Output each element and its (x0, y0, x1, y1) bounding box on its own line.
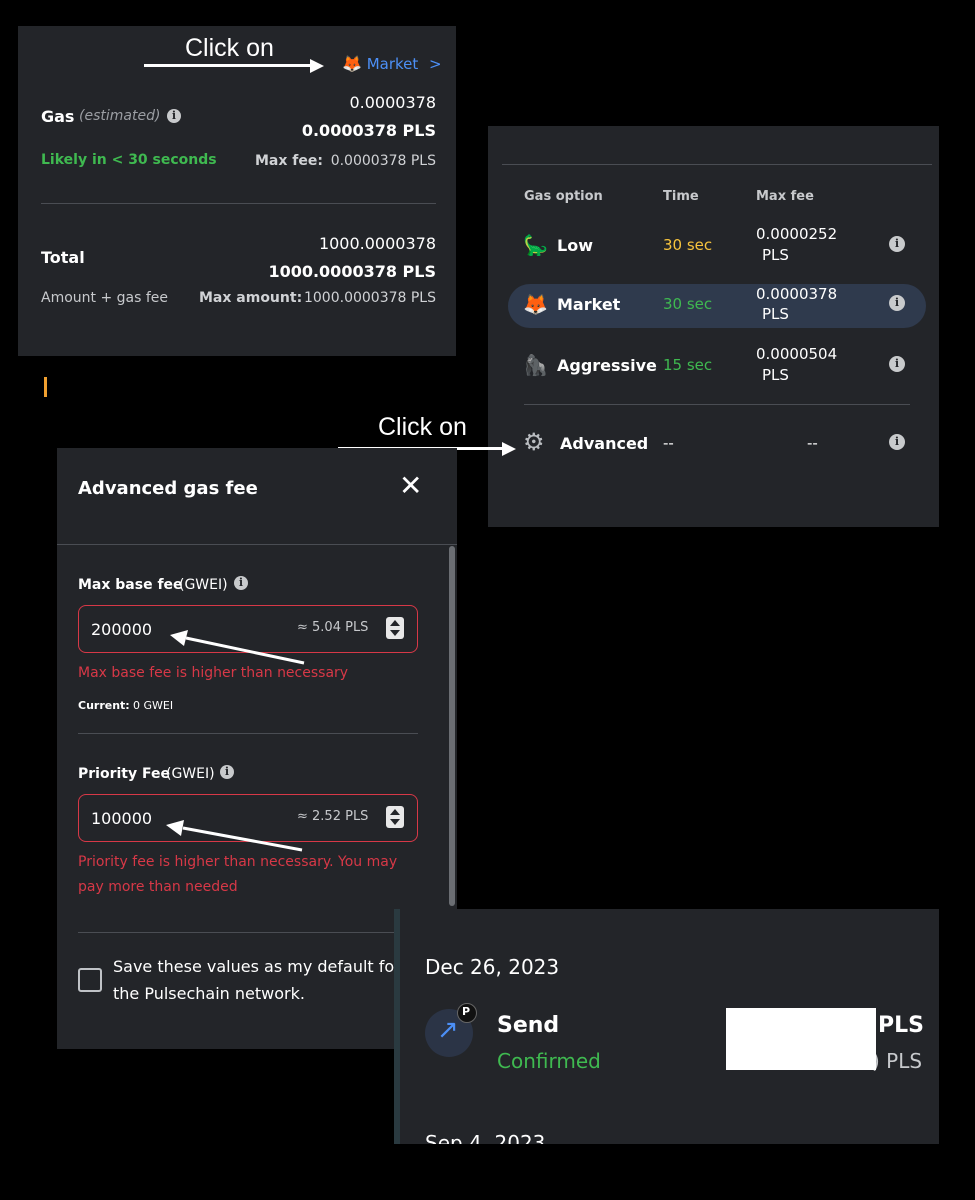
gorilla-icon: 🦍 (523, 353, 548, 377)
gas-summary-panel: Click on 🦊 Market > Gas (estimated) i 0.… (18, 26, 456, 356)
transaction-status: Confirmed (497, 1049, 601, 1073)
header-max-fee: Max fee (756, 189, 814, 204)
gas-option-fee: 0.0000252 (756, 225, 838, 243)
annotation-arrow-head (502, 442, 516, 456)
text-cursor (44, 377, 47, 397)
close-icon[interactable]: ✕ (399, 472, 422, 500)
amount-unit-secondary: ) PLS (872, 1049, 923, 1073)
priority-fee-approx: ≈ 2.52 PLS (297, 809, 369, 824)
priority-fee-input[interactable]: 100000 ≈ 2.52 PLS (78, 794, 418, 842)
gas-option-time: 30 sec (663, 295, 713, 313)
total-value-pls: 1000.0000378 PLS (268, 262, 436, 281)
annotation-arrow-head (310, 59, 324, 73)
gas-option-aggressive[interactable]: 🦍 Aggressive 15 sec 0.0000504 PLS i (508, 344, 926, 394)
gas-label: Gas (41, 107, 75, 126)
gas-option-name: Low (557, 236, 593, 255)
info-icon[interactable]: i (889, 236, 905, 252)
network-badge: P (457, 1003, 477, 1023)
gas-value: 0.0000378 (349, 93, 436, 112)
info-icon[interactable]: i (220, 765, 234, 779)
current-label: Current: (78, 699, 130, 712)
max-amount-label: Max amount: (199, 290, 303, 306)
max-base-fee-error: Max base fee is higher than necessary (78, 665, 349, 681)
market-link[interactable]: 🦊 Market > (342, 54, 442, 73)
modal-title: Advanced gas fee (78, 478, 258, 499)
max-base-fee-label: Max base fee (78, 577, 183, 593)
max-base-fee-input[interactable]: 200000 ≈ 5.04 PLS (78, 605, 418, 653)
click-on-annotation: Click on (185, 34, 274, 62)
gas-option-time: -- (663, 434, 674, 452)
max-base-fee-approx: ≈ 5.04 PLS (297, 620, 369, 635)
likely-time: Likely in < 30 seconds (41, 152, 217, 168)
amount-unit: PLS (878, 1013, 924, 1038)
activity-date: Dec 26, 2023 (425, 955, 560, 979)
transaction-row[interactable]: ↗ P Send Confirmed PLS ) PLS (394, 999, 939, 1079)
arrow-up-right-icon: ↗ (437, 1015, 459, 1045)
priority-fee-error: Priority fee is higher than necessary. Y… (78, 854, 398, 870)
max-fee-label: Max fee: (255, 153, 323, 169)
activity-date: Sep 4, 2023 (425, 1131, 546, 1144)
info-icon[interactable]: i (889, 295, 905, 311)
gas-option-name: Market (557, 295, 621, 314)
annotation-arrow (144, 64, 314, 67)
number-stepper[interactable] (386, 806, 404, 828)
gas-option-fee: 0.0000504 (756, 345, 838, 363)
header-gas-option: Gas option (524, 189, 603, 204)
gas-option-market[interactable]: 🦊 Market 30 sec 0.0000378 PLS i (508, 284, 926, 328)
gas-option-advanced[interactable]: ⚙ Advanced -- -- i (508, 424, 926, 464)
header-time: Time (663, 189, 699, 204)
scrollbar[interactable] (449, 546, 455, 906)
gas-options-panel: Gas option Time Max fee 🦕 Low 30 sec 0.0… (488, 126, 939, 527)
gas-option-unit: PLS (762, 246, 789, 264)
divider (78, 733, 418, 734)
gas-option-time: 15 sec (663, 356, 713, 374)
divider (78, 932, 418, 933)
current-value: 0 GWEI (133, 699, 174, 712)
gas-option-name: Advanced (560, 434, 649, 453)
fox-icon: 🦊 (342, 54, 362, 73)
transaction-title: Send (497, 1013, 560, 1038)
priority-fee-error: pay more than needed (78, 879, 238, 895)
max-base-fee-value: 200000 (91, 620, 153, 639)
save-default-label: Save these values as my default fo (113, 957, 395, 976)
market-link-label: Market (366, 55, 419, 73)
priority-fee-unit: (GWEI) (166, 766, 215, 782)
info-icon[interactable]: i (234, 576, 248, 590)
gas-option-unit: PLS (762, 305, 789, 323)
redacted-amount (726, 1008, 876, 1070)
gas-option-low[interactable]: 🦕 Low 30 sec 0.0000252 PLS i (508, 224, 926, 274)
gear-icon: ⚙ (523, 428, 545, 456)
gas-value-pls: 0.0000378 PLS (301, 121, 436, 140)
number-stepper[interactable] (386, 617, 404, 639)
activity-panel: Dec 26, 2023 ↗ P Send Confirmed PLS ) PL… (394, 909, 939, 1144)
gas-option-fee: -- (807, 434, 818, 452)
total-label: Total (41, 248, 85, 267)
click-on-annotation: Click on (378, 413, 467, 441)
gas-option-unit: PLS (762, 366, 789, 384)
total-value: 1000.0000378 (318, 234, 436, 253)
info-icon[interactable]: i (167, 109, 181, 123)
gas-option-fee: 0.0000378 (756, 285, 838, 303)
max-base-fee-unit: (GWEI) (179, 577, 228, 593)
gas-option-time: 30 sec (663, 236, 713, 254)
save-default-label: the Pulsechain network. (113, 984, 305, 1003)
divider (524, 404, 910, 405)
chevron-right-icon: > (429, 55, 442, 73)
fox-icon: 🦊 (523, 292, 548, 316)
max-fee-value: 0.0000378 PLS (330, 153, 436, 169)
network-badge-letter: P (462, 1005, 471, 1018)
divider (57, 544, 457, 545)
save-default-checkbox[interactable] (78, 968, 102, 992)
priority-fee-label: Priority Fee (78, 766, 170, 782)
divider (502, 164, 932, 165)
gas-estimated: (estimated) (79, 108, 161, 124)
info-icon[interactable]: i (889, 434, 905, 450)
info-icon[interactable]: i (889, 356, 905, 372)
gas-option-name: Aggressive (557, 356, 657, 375)
priority-fee-value: 100000 (91, 809, 153, 828)
amount-gas-label: Amount + gas fee (41, 290, 169, 306)
max-amount-value: 1000.0000378 PLS (303, 290, 436, 306)
divider (41, 203, 436, 204)
dinosaur-icon: 🦕 (523, 233, 548, 257)
